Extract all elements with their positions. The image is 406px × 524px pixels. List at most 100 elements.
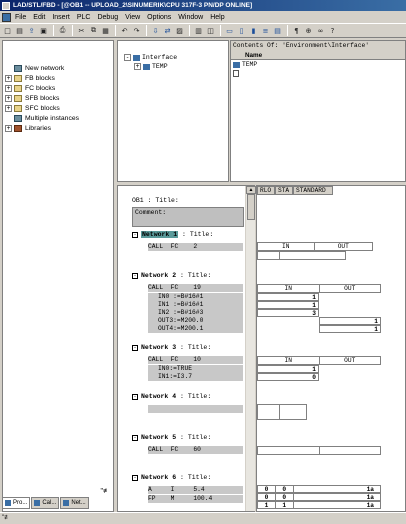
rlo-column[interactable]: RLO bbox=[257, 186, 275, 195]
upload-icon[interactable]: ⇪ bbox=[26, 25, 37, 36]
network-4-header[interactable]: - Network 4 : Title: bbox=[132, 393, 211, 400]
stl-line[interactable]: OUT4:=M200.1 bbox=[148, 325, 243, 333]
status-grid-header: IN OUT bbox=[257, 356, 381, 365]
network-number: 1 bbox=[173, 231, 178, 238]
stl-line[interactable] bbox=[148, 405, 243, 413]
save-icon[interactable]: ▣ bbox=[38, 25, 49, 36]
network-2-header[interactable]: - Network 2 : Title: bbox=[132, 272, 211, 279]
ladder-view-icon[interactable]: ▮ bbox=[248, 25, 259, 36]
expand-icon[interactable]: + bbox=[134, 63, 141, 70]
accessible-nodes-icon[interactable]: ▨ bbox=[174, 25, 185, 36]
stl-line[interactable]: CALL FC 60 bbox=[148, 446, 243, 454]
stl-view-icon[interactable]: ≡ bbox=[260, 25, 271, 36]
comment-toggle-icon[interactable]: ¶ bbox=[291, 25, 302, 36]
network-1-header[interactable]: - Network 1 : Title: bbox=[132, 231, 213, 238]
menu-options[interactable]: Options bbox=[147, 14, 171, 21]
expand-icon[interactable]: + bbox=[5, 104, 12, 112]
menu-debug[interactable]: Debug bbox=[97, 14, 118, 21]
tree-item-new-network[interactable]: New network bbox=[5, 63, 79, 73]
menu-help[interactable]: Help bbox=[210, 14, 224, 21]
stl-line[interactable]: OUT3:=M200.0 bbox=[148, 317, 243, 325]
collapse-icon[interactable]: - bbox=[132, 393, 138, 400]
details-icon[interactable]: ▯ bbox=[236, 25, 247, 36]
contents-name-col[interactable]: Name bbox=[243, 51, 262, 59]
menu-edit[interactable]: Edit bbox=[33, 14, 45, 21]
collapse-icon[interactable]: - bbox=[132, 434, 138, 441]
paste-icon[interactable]: ▦ bbox=[100, 25, 111, 36]
stl-line[interactable]: IN0 :=B#16#1 bbox=[148, 293, 243, 301]
system-menu-icon[interactable] bbox=[2, 12, 11, 22]
network-5-header[interactable]: - Network 5 : Title: bbox=[132, 434, 211, 441]
tab-network[interactable]: Net... bbox=[60, 497, 89, 509]
collapse-icon[interactable]: - bbox=[132, 474, 138, 481]
compare-icon[interactable]: ⇄ bbox=[162, 25, 173, 36]
interface-temp[interactable]: + TEMP bbox=[134, 62, 228, 71]
tree-item-fb-blocks[interactable]: + FB blocks bbox=[5, 73, 79, 83]
zoom-icon[interactable]: ⊕ bbox=[303, 25, 314, 36]
menu-window[interactable]: Window bbox=[178, 14, 203, 21]
menu-insert[interactable]: Insert bbox=[52, 14, 70, 21]
menu-file[interactable]: File bbox=[15, 14, 26, 21]
monitor-glasses-icon[interactable]: ∞ bbox=[315, 25, 326, 36]
standard-column[interactable]: STANDARD bbox=[293, 186, 333, 195]
tree-item-libraries[interactable]: + Libraries bbox=[5, 123, 79, 133]
cut-icon[interactable]: ✂ bbox=[76, 25, 87, 36]
sta-column[interactable]: STA bbox=[275, 186, 293, 195]
stl-line[interactable]: CALL FC 19 bbox=[148, 284, 243, 292]
download-icon[interactable]: ⇩ bbox=[150, 25, 161, 36]
expand-icon[interactable]: + bbox=[5, 74, 12, 82]
tab-call-structure[interactable]: Cal... bbox=[31, 497, 60, 509]
expand-icon[interactable]: + bbox=[5, 94, 12, 102]
scroll-thumb[interactable] bbox=[247, 194, 255, 220]
copy-icon[interactable]: ⧉ bbox=[88, 25, 99, 36]
tree-item-fc-blocks[interactable]: + FC blocks bbox=[5, 83, 79, 93]
out-column: OUT bbox=[344, 285, 356, 292]
expand-icon[interactable]: + bbox=[5, 124, 12, 132]
contents-empty-row[interactable] bbox=[231, 69, 405, 78]
open-icon[interactable]: ▤ bbox=[14, 25, 25, 36]
tree-item-sfc-blocks[interactable]: + SFC blocks bbox=[5, 103, 79, 113]
tree-item-multiple-instances[interactable]: Multiple instances bbox=[5, 113, 79, 123]
interface-root[interactable]: - Interface bbox=[124, 53, 228, 62]
menu-view[interactable]: View bbox=[125, 14, 140, 21]
stl-line[interactable]: IN1:=I3.7 bbox=[148, 373, 243, 381]
in-column: IN bbox=[258, 357, 320, 364]
stl-line[interactable]: FP M 100.4 bbox=[148, 495, 243, 503]
contents-row[interactable]: TEMP bbox=[231, 60, 405, 69]
collapse-icon[interactable]: - bbox=[124, 54, 131, 61]
print-icon[interactable]: ⎙ bbox=[57, 25, 68, 36]
network-6-header[interactable]: - Network 6 : Title: bbox=[132, 474, 211, 481]
redo-icon[interactable]: ↷ bbox=[131, 25, 142, 36]
overview-icon[interactable]: ▭ bbox=[224, 25, 235, 36]
network-3-header[interactable]: - Network 3 : Title: bbox=[132, 344, 211, 351]
expand-icon[interactable]: + bbox=[5, 84, 12, 92]
pane-resize-icon[interactable]: "≢ bbox=[101, 488, 111, 495]
code-editor[interactable]: OB1 : Title: Comment: - Network 1 : Titl… bbox=[117, 185, 255, 512]
stl-line[interactable]: IN0:=TRUE bbox=[148, 365, 243, 373]
help-icon[interactable]: ? bbox=[327, 25, 338, 36]
stl-line[interactable]: IN1 :=B#16#1 bbox=[148, 301, 243, 309]
tab-program-elements[interactable]: Pro... bbox=[2, 497, 31, 509]
stl-line[interactable]: IN2 :=B#16#3 bbox=[148, 309, 243, 317]
fbd-view-icon[interactable]: ▤ bbox=[272, 25, 283, 36]
module-state-icon[interactable]: ▥ bbox=[193, 25, 204, 36]
scroll-up-icon[interactable]: ▲ bbox=[246, 186, 256, 194]
block-comment[interactable]: Comment: bbox=[132, 207, 244, 227]
collapse-icon[interactable]: - bbox=[132, 231, 138, 238]
new-icon[interactable]: □ bbox=[2, 25, 13, 36]
status-row bbox=[257, 251, 346, 260]
stl-line[interactable]: CALL FC 10 bbox=[148, 356, 243, 364]
stl-line[interactable]: A I 5.4 bbox=[148, 486, 243, 494]
collapse-icon[interactable]: - bbox=[132, 344, 138, 351]
menu-plc[interactable]: PLC bbox=[77, 14, 91, 21]
vertical-scrollbar[interactable]: ▲ bbox=[245, 186, 256, 511]
program-elements-pane: New network + FB blocks + FC blocks + SFB b… bbox=[2, 40, 114, 512]
tree-item-sfb-blocks[interactable]: + SFB blocks bbox=[5, 93, 79, 103]
monitor-icon[interactable]: ◫ bbox=[205, 25, 216, 36]
collapse-icon[interactable]: - bbox=[132, 272, 138, 279]
in-column: IN bbox=[258, 243, 315, 250]
new-entry-icon bbox=[233, 70, 239, 77]
undo-icon[interactable]: ↶ bbox=[119, 25, 130, 36]
status-row: 1 bbox=[319, 325, 381, 333]
stl-line[interactable]: CALL FC 2 bbox=[148, 243, 243, 251]
